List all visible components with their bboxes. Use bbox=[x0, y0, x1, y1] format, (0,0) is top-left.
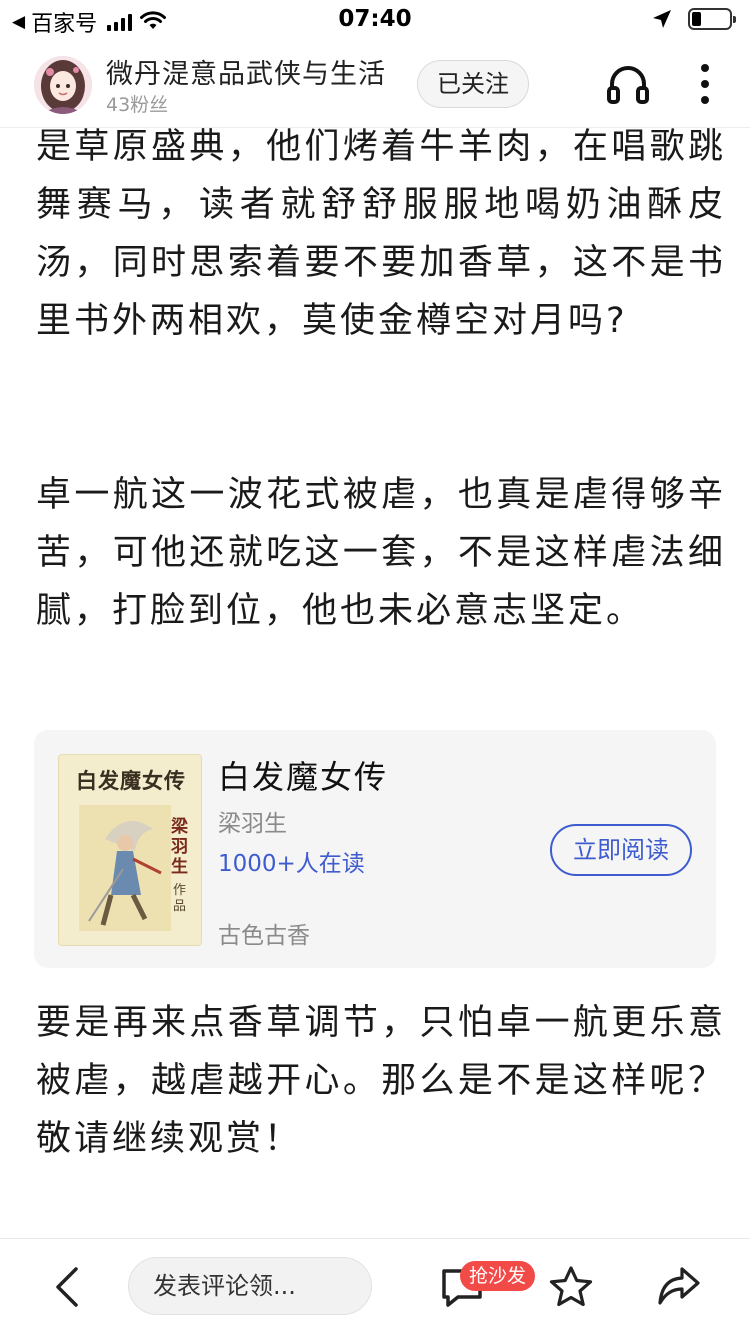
book-title[interactable]: 白发魔女传 bbox=[218, 752, 388, 798]
book-author: 梁羽生 bbox=[218, 811, 287, 837]
star-icon[interactable] bbox=[548, 1265, 594, 1309]
book-card[interactable]: 白发魔女传 梁羽生 作品 白发魔女传 梁羽生 1000+人在读 古色古香 立即阅… bbox=[34, 730, 716, 968]
more-vertical-icon[interactable] bbox=[698, 62, 712, 108]
share-icon[interactable] bbox=[656, 1265, 702, 1309]
author-header: 微丹湜意品武侠与生活 43粉丝 已关注 bbox=[0, 44, 750, 128]
status-time: 07:40 bbox=[338, 6, 412, 32]
article-paragraph: 卓一航这一波花式被虐，也真是虐得够辛苦，可他还就吃这一套，不是这样虐法细腻，打脸… bbox=[36, 475, 726, 631]
cover-illustration bbox=[79, 805, 171, 931]
cover-zuopin: 作品 bbox=[173, 883, 187, 914]
author-name[interactable]: 微丹湜意品武侠与生活 bbox=[106, 52, 386, 91]
status-bar: ◀ 百家号 07:40 bbox=[0, 0, 750, 40]
sofa-badge[interactable]: 抢沙发 bbox=[460, 1261, 536, 1291]
status-bar-right bbox=[652, 8, 736, 30]
comment-input[interactable]: 发表评论领... bbox=[128, 1257, 372, 1315]
read-now-button[interactable]: 立即阅读 bbox=[550, 824, 692, 876]
bottom-toolbar: 发表评论领... 抢沙发 bbox=[0, 1238, 750, 1334]
article-paragraph: 是草原盛典，他们烤着牛羊肉，在唱歌跳舞赛马，读者就舒舒服服地喝奶油酥皮汤，同时思… bbox=[36, 127, 726, 341]
follow-button[interactable]: 已关注 bbox=[417, 60, 529, 108]
headphones-icon[interactable] bbox=[606, 64, 650, 106]
book-readers: 1000+人在读 bbox=[218, 851, 365, 877]
avatar[interactable] bbox=[34, 56, 92, 114]
chevron-left-icon[interactable] bbox=[50, 1267, 84, 1307]
battery-level bbox=[692, 12, 701, 26]
location-arrow-icon bbox=[653, 10, 671, 28]
article-paragraph: 要是再来点香草调节，只怕卓一航更乐意被虐，越虐越开心。那么是不是这样呢？敬请继续… bbox=[36, 1003, 726, 1159]
cover-title: 白发魔女传 bbox=[76, 768, 186, 793]
battery-icon bbox=[688, 8, 736, 30]
book-cover[interactable]: 白发魔女传 梁羽生 作品 bbox=[58, 754, 202, 946]
cover-author: 梁羽生 bbox=[171, 817, 188, 877]
fans-count: 43粉丝 bbox=[106, 94, 169, 116]
book-genre: 古色古香 bbox=[218, 923, 310, 949]
